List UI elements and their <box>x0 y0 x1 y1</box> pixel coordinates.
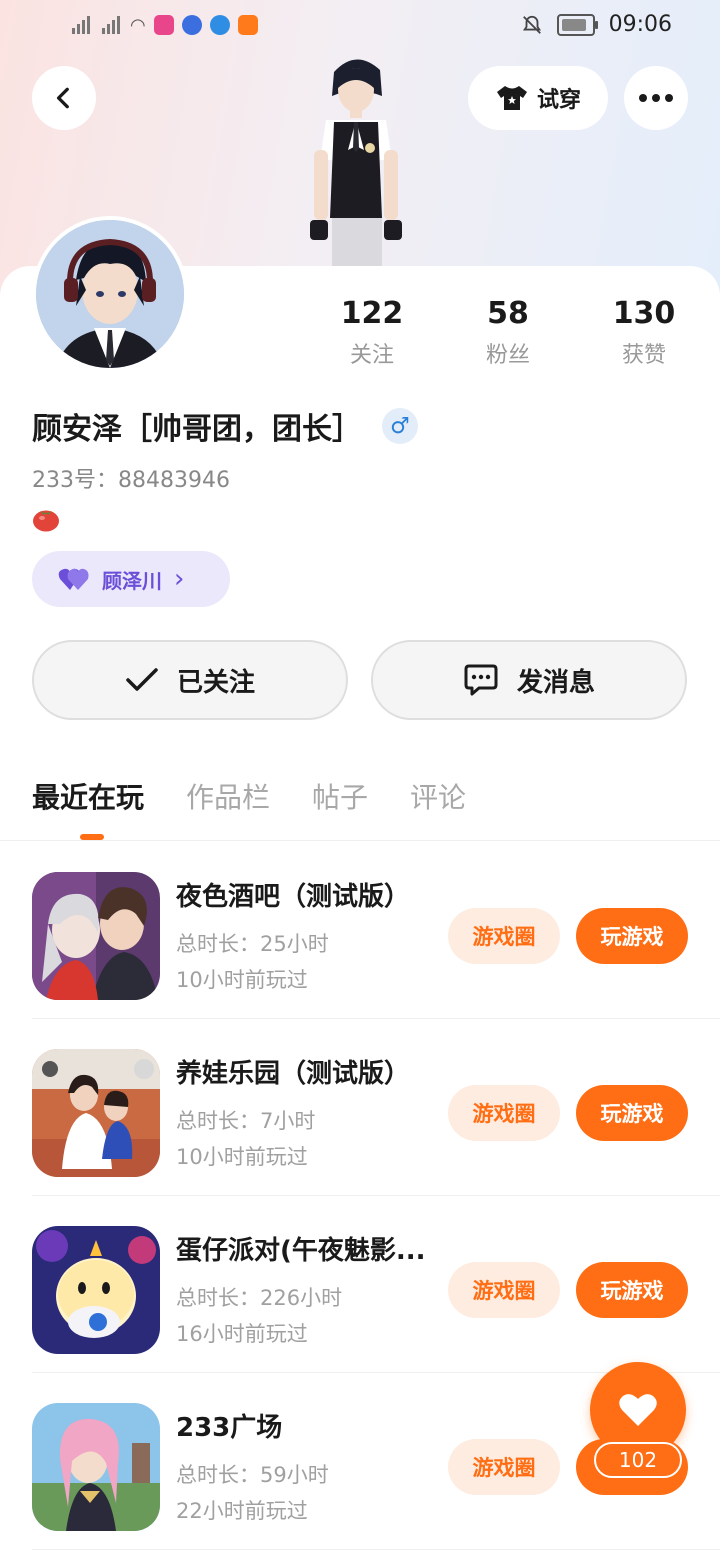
browser-app-icon <box>209 15 230 35</box>
game-duration: 总时长：25小时 <box>176 932 329 956</box>
tabs-divider <box>0 840 720 841</box>
signal-icon <box>70 14 92 36</box>
back-button[interactable] <box>32 66 96 130</box>
game-circle-button[interactable]: 游戏圈 <box>448 908 560 964</box>
status-bar: ◠ 09:06 <box>0 0 720 56</box>
more-button[interactable] <box>624 66 688 130</box>
game-title: 夜色酒吧（测试版） <box>176 882 411 912</box>
game-icon[interactable] <box>32 1403 160 1531</box>
wifi-icon: ◠ <box>130 14 146 36</box>
mute-bell-icon <box>522 15 541 34</box>
game-last-played: 10小时前玩过 <box>176 1145 308 1169</box>
message-button[interactable]: 发消息 <box>371 640 687 720</box>
chevron-left-icon <box>56 87 69 109</box>
tshirt-icon <box>496 86 527 110</box>
game-duration: 总时长：7小时 <box>176 1109 316 1133</box>
followers-stat[interactable]: 58 粉丝 <box>448 296 568 369</box>
tab-posts[interactable]: 帖子 <box>312 776 368 816</box>
profile-name-row: 顾安泽［帅哥团，团长］ ♂ <box>32 404 418 448</box>
followed-button[interactable]: 已关注 <box>32 640 348 720</box>
partner-name: 顾泽川 <box>102 568 162 593</box>
play-game-button[interactable]: 玩游戏 <box>576 1085 688 1141</box>
following-stat[interactable]: 122 关注 <box>312 296 432 369</box>
game-title: 233广场 <box>176 1413 283 1443</box>
game-circle-button[interactable]: 游戏圈 <box>448 1439 560 1495</box>
video-app-icon <box>237 15 258 35</box>
game-title: 养娃乐园（测试版） <box>176 1059 411 1089</box>
play-game-button[interactable]: 玩游戏 <box>576 908 688 964</box>
message-label: 发消息 <box>516 667 595 698</box>
avatar-3d-figure[interactable] <box>296 50 416 266</box>
chevron-right-icon: › <box>174 564 185 594</box>
profile-tabs: 最近在玩 作品栏 帖子 评论 <box>32 776 466 816</box>
avatar[interactable] <box>32 216 188 372</box>
followed-label: 已关注 <box>176 667 255 698</box>
game-duration: 总时长：59小时 <box>176 1463 329 1487</box>
game-icon[interactable] <box>32 1049 160 1177</box>
list-divider <box>32 1549 720 1550</box>
game-circle-button[interactable]: 游戏圈 <box>448 1262 560 1318</box>
game-title: 蛋仔派对(午夜魅影... <box>176 1236 426 1266</box>
profile-name: 顾安泽［帅哥团，团长］ <box>32 412 362 447</box>
tomato-icon <box>33 510 59 532</box>
game-list-item[interactable]: 蛋仔派对(午夜魅影... 总时长：226小时 16小时前玩过 游戏圈 玩游戏 <box>32 1196 720 1373</box>
play-game-button[interactable]: 玩游戏 <box>576 1262 688 1318</box>
game-list-item[interactable]: 养娃乐园（测试版） 总时长：7小时 10小时前玩过 游戏圈 玩游戏 <box>32 1019 720 1196</box>
double-heart-icon <box>58 568 89 590</box>
signal-icon <box>100 14 122 36</box>
likes-stat[interactable]: 130 获赞 <box>584 296 704 369</box>
try-on-button[interactable]: 试穿 <box>468 66 608 130</box>
music-app-icon <box>181 15 202 35</box>
try-on-label: 试穿 <box>536 88 581 113</box>
status-time: 09:06 <box>608 12 672 37</box>
tab-comments[interactable]: 评论 <box>410 776 466 816</box>
game-icon[interactable] <box>32 1226 160 1354</box>
tab-recently-played[interactable]: 最近在玩 <box>32 776 144 816</box>
game-duration: 总时长：226小时 <box>176 1286 343 1310</box>
checkmark-icon <box>126 668 158 691</box>
tab-works[interactable]: 作品栏 <box>186 776 270 816</box>
game-last-played: 10小时前玩过 <box>176 968 308 992</box>
battery-icon <box>556 13 598 36</box>
game-circle-button[interactable]: 游戏圈 <box>448 1085 560 1141</box>
user-id: 233号：88483946 <box>32 468 230 493</box>
game-last-played: 22小时前玩过 <box>176 1499 308 1523</box>
like-count-badge: 102 <box>594 1442 682 1478</box>
game-icon[interactable] <box>32 872 160 1000</box>
partner-link[interactable]: 顾泽川 › <box>32 551 230 607</box>
gender-male-icon: ♂ <box>382 408 418 444</box>
game-list-item[interactable]: 夜色酒吧（测试版） 总时长：25小时 10小时前玩过 游戏圈 玩游戏 <box>32 842 720 1019</box>
game-last-played: 16小时前玩过 <box>176 1322 308 1346</box>
chat-bubble-icon <box>464 664 498 696</box>
more-dots-icon <box>639 94 673 102</box>
heart-icon <box>619 1394 657 1426</box>
app-notification-icon <box>153 15 174 35</box>
